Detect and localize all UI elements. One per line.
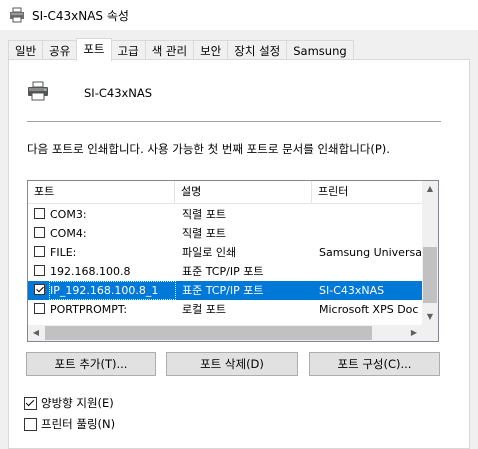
printer-icon — [10, 7, 24, 23]
printer-pooling-checkbox[interactable] — [24, 417, 37, 431]
port-name: IP_192.168.100.8_1 — [49, 281, 176, 300]
port-row[interactable]: COM4: 직렬 포트 — [28, 224, 422, 243]
tab-sharing[interactable]: 공유 — [42, 40, 78, 60]
delete-port-button[interactable]: 포트 삭제(D) — [166, 352, 298, 376]
tab-strip: 일반 공유 포트 고급 색 관리 보안 장치 설정 Samsung — [8, 38, 354, 61]
port-name: COM3: — [50, 208, 87, 221]
tab-ports[interactable]: 포트 — [76, 38, 112, 61]
vertical-scroll-thumb[interactable] — [423, 247, 437, 303]
tab-general[interactable]: 일반 — [8, 40, 44, 60]
scroll-down-arrow-icon[interactable]: ▼ — [422, 309, 438, 325]
tab-advanced[interactable]: 고급 — [110, 40, 146, 60]
port-description: 표준 TCP/IP 포트 — [182, 265, 264, 278]
column-header-description[interactable]: 설명 — [175, 181, 312, 203]
scrollbar-corner — [422, 325, 438, 341]
scroll-right-arrow-icon[interactable]: ▶ — [406, 325, 422, 341]
port-checkbox[interactable] — [34, 208, 45, 219]
port-row[interactable]: 192.168.100.8 표준 TCP/IP 포트 — [28, 262, 422, 281]
configure-port-button[interactable]: 포트 구성(C)... — [309, 352, 440, 376]
port-description: 파일로 인쇄 — [182, 246, 237, 259]
ports-description: 다음 포트로 인쇄합니다. 사용 가능한 첫 번째 포트로 문서를 인쇄합니다(… — [27, 142, 390, 156]
printer-icon — [28, 81, 48, 101]
port-row[interactable]: COM3: 직렬 포트 — [28, 205, 422, 224]
port-checkbox[interactable] — [34, 227, 45, 238]
port-row-selected[interactable]: IP_192.168.100.8_1 표준 TCP/IP 포트 SI-C43xN… — [28, 281, 422, 300]
bidirectional-support-option[interactable]: 양방향 지원(E) — [24, 395, 114, 411]
port-list-rows: COM3: 직렬 포트 COM4: 직렬 포트 FILE: 파일로 인쇄 Sam… — [28, 205, 422, 319]
add-port-button[interactable]: 포트 추가(T)... — [26, 352, 156, 376]
port-name: COM4: — [50, 227, 87, 240]
port-list[interactable]: 포트 설명 프린터 COM3: 직렬 포트 COM4: 직렬 포트 FILE: … — [27, 180, 439, 342]
port-checkbox[interactable] — [34, 303, 45, 314]
port-name: PORTPROMPT: — [50, 303, 128, 316]
port-name: 192.168.100.8 — [50, 265, 131, 278]
port-list-header: 포트 설명 프린터 — [28, 181, 422, 204]
tab-color-management[interactable]: 색 관리 — [144, 40, 195, 60]
scroll-left-arrow-icon[interactable]: ◀ — [28, 325, 44, 341]
port-checkbox[interactable] — [34, 246, 45, 257]
port-checkbox[interactable] — [34, 265, 45, 276]
scroll-up-arrow-icon[interactable]: ▲ — [422, 181, 438, 197]
port-description: 직렬 포트 — [182, 227, 226, 240]
port-description: 로컬 포트 — [182, 303, 226, 316]
port-printer: SI-C43xNAS — [319, 284, 385, 297]
port-description: 직렬 포트 — [182, 208, 226, 221]
bidirectional-support-checkbox[interactable] — [24, 396, 37, 410]
port-printer: Microsoft XPS Doc — [319, 303, 419, 316]
title-bar: SI-C43xNAS 속성 — [0, 0, 478, 30]
vertical-scrollbar[interactable]: ▲ ▼ — [422, 181, 438, 325]
horizontal-scrollbar[interactable]: ◀ ▶ — [28, 325, 422, 341]
printer-pooling-label: 프린터 풀링(N) — [41, 417, 116, 431]
tab-device-settings[interactable]: 장치 설정 — [227, 40, 288, 60]
port-printer: Samsung Universal — [319, 246, 422, 259]
printer-pooling-option[interactable]: 프린터 풀링(N) — [24, 416, 115, 432]
port-row[interactable]: PORTPROMPT: 로컬 포트 Microsoft XPS Doc — [28, 300, 422, 319]
port-row[interactable]: FILE: 파일로 인쇄 Samsung Universal — [28, 243, 422, 262]
tab-samsung[interactable]: Samsung — [286, 40, 354, 60]
port-checkbox-checked[interactable] — [34, 284, 45, 295]
port-name: FILE: — [50, 246, 77, 259]
window-title: SI-C43xNAS 속성 — [32, 9, 129, 23]
separator — [27, 121, 441, 122]
column-header-port[interactable]: 포트 — [28, 181, 175, 203]
bidirectional-support-label: 양방향 지원(E) — [41, 396, 114, 410]
horizontal-scroll-thumb[interactable] — [45, 326, 372, 340]
port-description: 표준 TCP/IP 포트 — [182, 284, 264, 297]
column-header-printer[interactable]: 프린터 — [312, 181, 422, 203]
tab-security[interactable]: 보안 — [193, 40, 229, 60]
printer-name: SI-C43xNAS — [84, 86, 153, 100]
